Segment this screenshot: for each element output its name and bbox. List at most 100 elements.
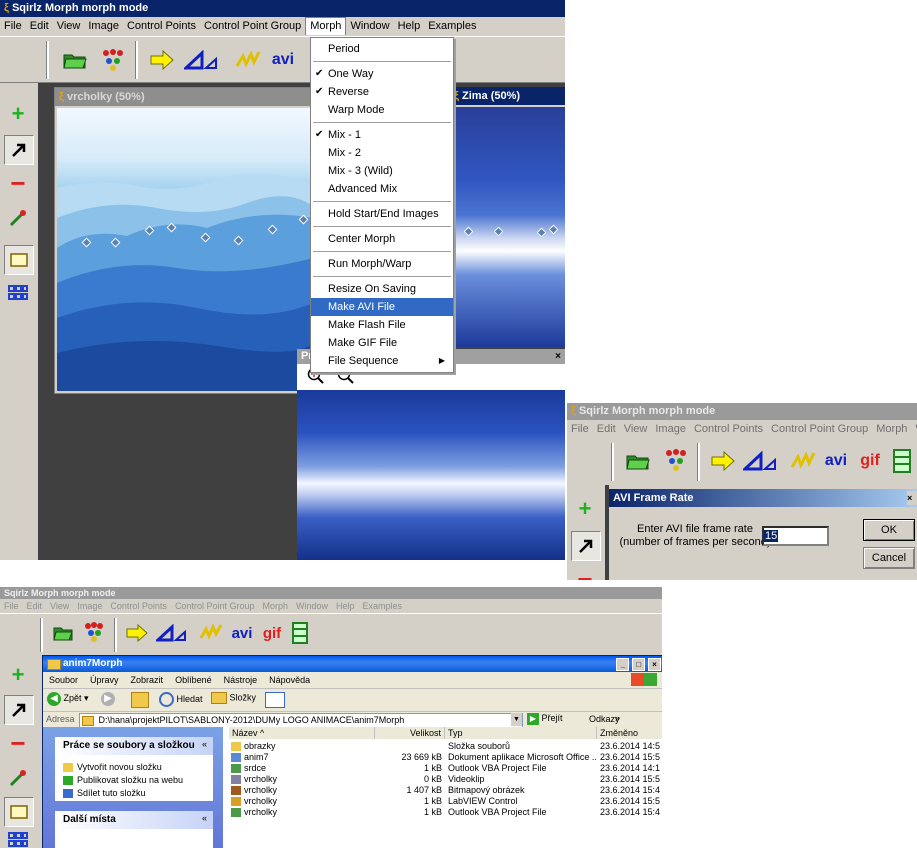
open-folder-icon[interactable] [625,451,651,471]
flash-icon[interactable] [789,450,817,472]
menu-item[interactable]: Control Point Group [767,420,872,439]
flash-icon[interactable] [198,623,224,643]
menu-item[interactable]: Control Point Group [200,17,305,36]
menu-item[interactable]: W [911,420,917,439]
rectangle-select-icon[interactable] [4,797,34,827]
collapse-chevron-icon[interactable]: « [202,739,207,749]
frame-rate-input[interactable]: 15 [762,526,829,546]
maximize-button[interactable]: □ [632,658,646,671]
open-folder-icon[interactable] [52,623,74,643]
morph-menu-item[interactable]: Make AVI File [311,298,453,316]
file-row[interactable]: vrcholky 1 407 kB Bitmapový obrázek 23.6.20… [223,785,662,796]
menu-item[interactable]: Edit [23,599,47,613]
file-row[interactable]: srdce 1 kB Outlook VBA Project File 23.6.20… [223,763,662,774]
menu-item[interactable]: File [567,420,593,439]
select-arrow-icon[interactable] [4,695,34,725]
rectangle-select-icon[interactable] [4,245,34,275]
back-button[interactable]: ◀ Zpět ▾ [47,692,89,706]
menu-item[interactable]: Image [73,599,106,613]
explorer-menu-item[interactable]: Úpravy [84,675,125,685]
menu-item[interactable]: Image [651,420,690,439]
control-points-icon[interactable] [663,447,689,473]
avi-button[interactable]: avi [821,450,851,472]
image1-mountains[interactable] [57,108,313,391]
menu-item[interactable]: View [53,17,85,36]
remove-point-icon[interactable]: − [4,168,32,198]
task-link[interactable]: Sdílet tuto složku [63,787,183,800]
avi-button[interactable]: avi [268,49,298,71]
folders-button[interactable]: Složky [211,692,256,704]
close-button[interactable]: × [648,658,661,671]
arrow-right-icon[interactable] [148,49,176,71]
move-point-icon[interactable] [4,764,32,792]
warp-triangle-icon[interactable] [743,450,779,472]
other-places-header[interactable]: Další místa « [55,811,213,829]
menu-item[interactable]: File [0,17,26,36]
explorer-menu-item[interactable]: Oblíbené [169,675,218,685]
morph-menu-item[interactable]: Advanced Mix [311,180,453,198]
task-link[interactable]: Publikovat složku na webu [63,774,183,787]
explorer-menu-item[interactable]: Nápověda [263,675,316,685]
morph-menu-item[interactable]: Center Morph [311,230,453,248]
file-row[interactable]: vrcholky 0 kB Videoklip 23.6.2014 15:5 [223,774,662,785]
menu-item[interactable]: Examples [359,599,407,613]
select-arrow-icon[interactable] [4,135,34,165]
grid-icon[interactable] [4,827,32,848]
menu-item[interactable]: View [46,599,73,613]
film-sequence-icon[interactable] [891,448,913,474]
morph-menu-item[interactable]: Warp Mode [311,101,453,119]
links-more-icon[interactable]: » [615,713,620,723]
menu-item[interactable]: Edit [26,17,53,36]
morph-menu-item[interactable]: Resize On Saving [311,280,453,298]
menu-item[interactable]: Control Points [123,17,200,36]
morph-menu-item[interactable]: Make GIF File [311,334,453,352]
column-header-date[interactable]: Změněno [597,727,662,739]
collapse-chevron-icon[interactable]: « [202,813,207,823]
menu-item[interactable]: Morph [872,420,911,439]
address-input[interactable]: D:\hana\projektPILOT\SABLONY-2012\DUMy L… [79,713,523,728]
morph-menu-item[interactable]: ✔ Mix - 1 [311,126,453,144]
film-sequence-icon[interactable] [290,621,310,645]
avi-button[interactable]: avi [228,623,256,643]
column-header-type[interactable]: Typ [445,727,597,739]
morph-menu-item[interactable]: File Sequence ▶ [311,352,453,370]
menu-item[interactable]: Morph [258,599,292,613]
column-header-name[interactable]: Název ^ [229,727,375,739]
control-points-icon[interactable] [82,620,106,644]
open-folder-icon[interactable] [62,50,88,70]
menu-item[interactable]: Morph [305,17,347,35]
add-point-icon[interactable]: + [4,100,32,128]
gif-button[interactable]: gif [855,450,885,472]
morph-menu-item[interactable]: Run Morph/Warp [311,255,453,273]
control-points-icon[interactable] [100,47,126,73]
explorer-menu-item[interactable]: Nástroje [218,675,264,685]
remove-point-icon[interactable]: − [571,564,599,581]
gif-button[interactable]: gif [258,623,286,643]
morph-menu-item[interactable]: Make Flash File [311,316,453,334]
morph-menu-item[interactable]: Mix - 3 (Wild) [311,162,453,180]
morph-menu-item[interactable]: Mix - 2 [311,144,453,162]
menu-item[interactable]: Image [84,17,123,36]
file-row[interactable]: vrcholky 1 kB LabVIEW Control 23.6.2014 15:… [223,796,662,807]
explorer-menu-item[interactable]: Zobrazit [125,675,170,685]
warp-triangle-icon[interactable] [184,49,220,71]
menu-item[interactable]: Control Points [690,420,767,439]
arrow-right-icon[interactable] [709,450,737,472]
morph-menu-item[interactable]: Period [311,40,453,58]
preview-close-button[interactable]: × [555,349,561,364]
menu-item[interactable]: Help [394,17,425,36]
menu-item[interactable]: Examples [424,17,480,36]
flash-icon[interactable] [234,49,262,71]
forward-arrow-icon[interactable]: ▶ [101,692,115,706]
ok-button[interactable]: OK [863,519,915,541]
morph-menu-item[interactable]: Hold Start/End Images [311,205,453,223]
remove-point-icon[interactable]: − [4,728,32,758]
select-arrow-icon[interactable] [571,531,601,561]
minimize-button[interactable]: _ [616,658,630,671]
file-row[interactable]: vrcholky 1 kB Outlook VBA Project File 23.6… [223,807,662,818]
column-header-size[interactable]: Velikost [375,727,445,739]
cancel-button[interactable]: Cancel [863,547,915,569]
search-button[interactable]: Hledat [159,692,203,707]
arrow-right-icon[interactable] [124,623,150,643]
morph-menu-item[interactable]: ✔ One Way [311,65,453,83]
